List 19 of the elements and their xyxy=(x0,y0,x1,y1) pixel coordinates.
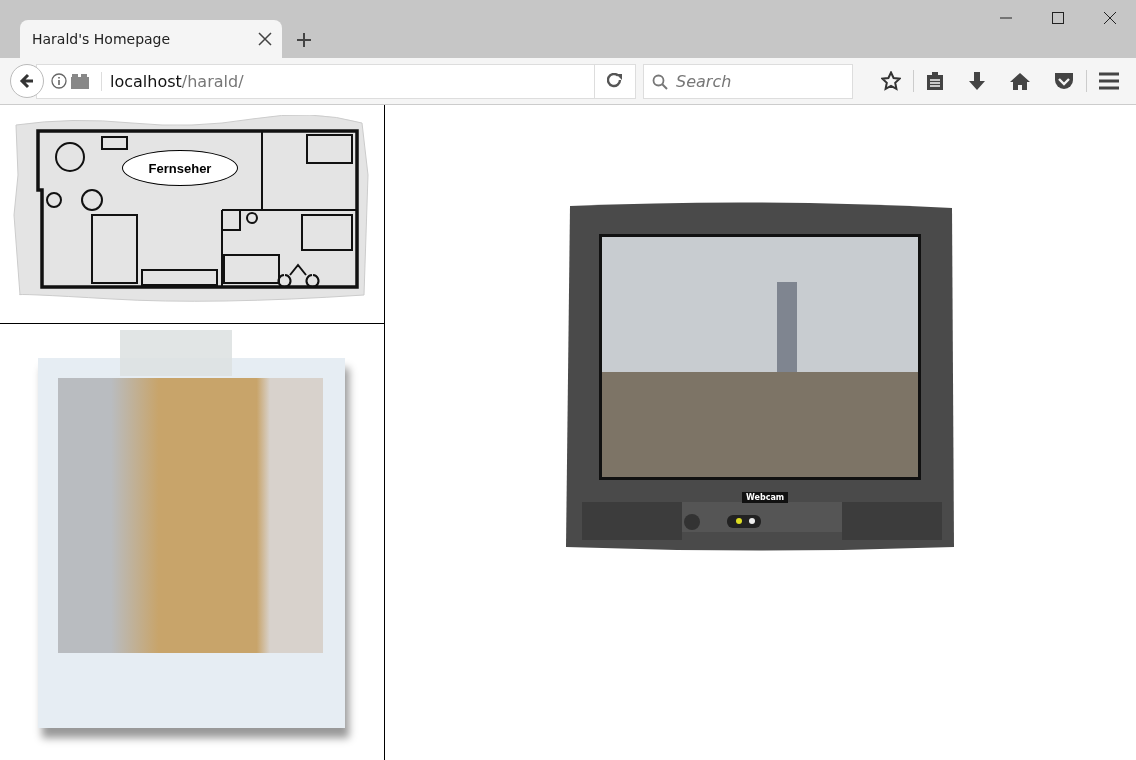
download-arrow-icon[interactable] xyxy=(968,72,986,90)
tv-label: Webcam xyxy=(742,492,789,503)
info-icon[interactable] xyxy=(51,73,67,89)
close-icon[interactable] xyxy=(1104,12,1116,24)
maximize-icon[interactable] xyxy=(1052,12,1064,24)
star-icon[interactable] xyxy=(881,71,901,91)
address-bar[interactable]: localhost/harald/ xyxy=(36,63,636,99)
close-icon[interactable] xyxy=(258,32,272,46)
new-tab-icon[interactable] xyxy=(296,32,312,48)
clipboard-icon[interactable] xyxy=(926,72,944,90)
search-field[interactable]: Search xyxy=(643,63,853,99)
search-icon[interactable] xyxy=(652,73,668,90)
menu-icon[interactable] xyxy=(1099,72,1119,90)
browser-tab[interactable]: Harald's Homepage xyxy=(20,20,282,58)
back-button[interactable] xyxy=(10,64,44,98)
home-icon[interactable] xyxy=(1010,72,1030,90)
url-text: localhost/harald/ xyxy=(101,71,590,91)
reload-icon[interactable] xyxy=(607,73,623,89)
back-arrow-icon[interactable] xyxy=(19,73,35,89)
